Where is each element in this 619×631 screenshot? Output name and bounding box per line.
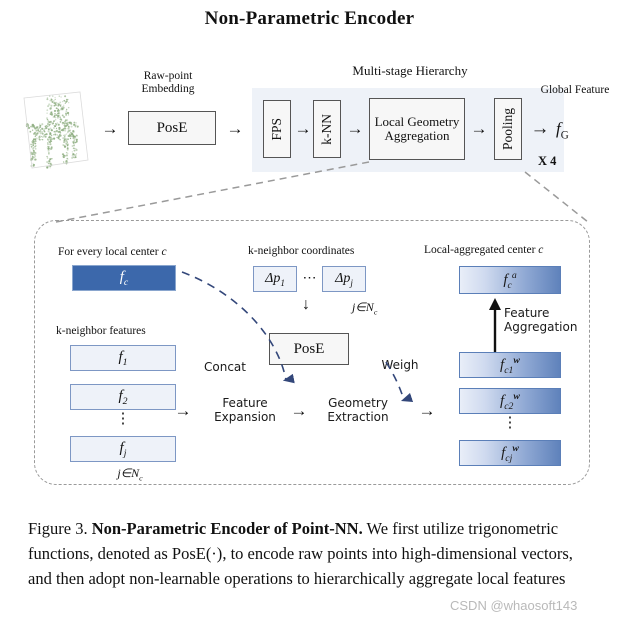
weighted-feature-box-2[interactable]: fc2w xyxy=(459,388,561,414)
weighted-feature-box-j[interactable]: fcjw xyxy=(459,440,561,466)
arrow-lga-to-pooling: → xyxy=(470,119,488,138)
weighted-feature-symbol-j: fcjw xyxy=(501,442,519,464)
neighbor-set-label-left: j∈Nc xyxy=(117,466,143,483)
delta-p-first-symbol: Δp1 xyxy=(265,270,285,288)
knn-label: k-NN xyxy=(319,113,334,145)
caption-figure-number: Figure 3. xyxy=(28,519,88,538)
neighbor-feature-symbol-j: fj xyxy=(119,439,127,459)
multi-stage-hierarchy-label: Multi-stage Hierarchy xyxy=(352,63,468,78)
pooling-label: Pooling xyxy=(500,107,515,150)
figure-root: Non-Parametric Encoder Raw-point Embeddi… xyxy=(0,0,619,631)
neighbor-feature-symbol-2: f2 xyxy=(118,387,128,407)
arrow-aggregation-up xyxy=(489,298,501,352)
global-feature-symbol: fG xyxy=(556,119,569,142)
pose-embedding-box[interactable]: PosE xyxy=(128,111,216,145)
caption-pose-inline: PosE(·) xyxy=(171,544,223,563)
caption-bold-title: Non-Parametric Encoder of Point-NN. xyxy=(91,519,363,538)
neighbor-feature-ellipsis: ⋮ xyxy=(115,411,131,427)
neighbor-feature-box-2[interactable]: f2 xyxy=(70,384,176,410)
aggregated-feature-box[interactable]: fca xyxy=(459,266,561,294)
arrow-pose-to-fps: → xyxy=(226,119,244,138)
weighted-feature-ellipsis: ⋮ xyxy=(502,415,518,431)
kneighbor-coordinates-label: k-neighbor coordinates xyxy=(248,245,355,257)
weigh-label: Weigh xyxy=(381,358,419,372)
watermark: CSDN @whaosoft143 xyxy=(450,598,578,613)
pose-detail-box[interactable]: PosE xyxy=(269,333,349,365)
center-feature-box[interactable]: fc xyxy=(72,265,176,291)
arrow-fps-to-knn: → xyxy=(294,119,312,138)
local-aggregated-center-label: Local-aggregated center c xyxy=(424,244,544,256)
concat-label: Concat xyxy=(204,360,246,374)
fps-label: FPS xyxy=(269,117,284,141)
neighbor-feature-symbol-1: f1 xyxy=(118,348,128,368)
raw-point-embedding-label: Raw-point Embedding xyxy=(141,70,195,95)
geometry-extraction-label: Geometry Extraction xyxy=(327,396,389,424)
arrow-knn-to-lga: → xyxy=(346,119,364,138)
center-feature-symbol: fc xyxy=(119,268,129,288)
arrow-extraction-to-weighted: → xyxy=(418,401,436,420)
figure-caption: Figure 3. Non-Parametric Encoder of Poin… xyxy=(28,516,594,591)
weighted-feature-box-1[interactable]: fc1w xyxy=(459,352,561,378)
arrow-features-to-expansion: → xyxy=(174,401,192,420)
arrow-cloud-to-pose: → xyxy=(101,119,119,138)
delta-p-ellipsis: ⋯ xyxy=(302,271,318,286)
neighbor-feature-box-j[interactable]: fj xyxy=(70,436,176,462)
delta-p-last-symbol: Δpj xyxy=(335,270,353,288)
page-title: Non-Parametric Encoder xyxy=(204,8,415,29)
delta-p-first-box[interactable]: Δp1 xyxy=(253,266,297,292)
kneighbor-features-label: k-neighbor features xyxy=(56,325,146,337)
neighbor-feature-box-1[interactable]: f1 xyxy=(70,345,176,371)
neighbor-set-label-middle: j∈Nc xyxy=(352,300,378,317)
for-every-local-center-label: For every local center c xyxy=(58,246,167,258)
arrow-pooling-to-global: → xyxy=(530,118,550,139)
delta-p-last-box[interactable]: Δpj xyxy=(322,266,366,292)
aggregated-feature-symbol: fca xyxy=(503,269,517,291)
weighted-feature-symbol-1: fc1w xyxy=(500,354,520,376)
arrow-expansion-to-extraction: → xyxy=(290,401,308,420)
arrow-deltap-to-pose: ↓ xyxy=(302,296,310,313)
feature-aggregation-label: Feature Aggregation xyxy=(504,306,578,334)
feature-expansion-label: Feature Expansion xyxy=(214,396,276,424)
weighted-feature-symbol-2: fc2w xyxy=(500,390,520,412)
global-feature-label: Global Feature xyxy=(540,84,610,96)
